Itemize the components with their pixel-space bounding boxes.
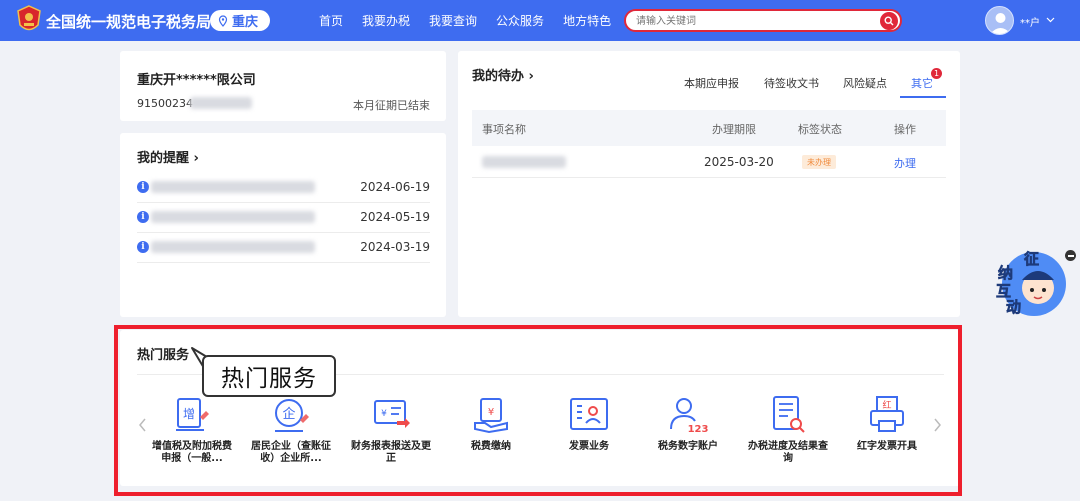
- nav-do-tax[interactable]: 我要办税: [362, 12, 410, 29]
- column-deadline: 办理期限: [712, 123, 756, 136]
- info-icon: i: [137, 181, 149, 193]
- reminder-date: 2024-03-19: [360, 240, 430, 254]
- hot-services-title: 热门服务: [137, 348, 190, 363]
- todo-title[interactable]: 我的待办 ›: [472, 65, 534, 84]
- tab-current-declaration[interactable]: 本期应申报: [684, 75, 739, 91]
- service-label: 税务数字账户: [658, 441, 718, 452]
- company-card: 重庆开******限公司 91500234 本月征期已结束: [120, 51, 446, 121]
- chevron-right-icon[interactable]: [932, 417, 942, 433]
- red-invoice-icon: 红: [870, 396, 904, 432]
- search-icon: [884, 16, 894, 26]
- account-icon: 123: [670, 398, 709, 435]
- svg-text:动: 动: [1006, 298, 1021, 316]
- vat-icon: 增: [176, 398, 209, 431]
- nav-public-service[interactable]: 公众服务: [496, 12, 544, 29]
- column-item-name: 事项名称: [482, 123, 526, 136]
- reminders-card: 我的提醒 › i 2024-06-19 i 2024-05-19 i 2024-…: [120, 133, 446, 317]
- redacted-text: [482, 156, 566, 168]
- chevron-down-icon[interactable]: [1046, 15, 1055, 24]
- chevron-left-icon[interactable]: [138, 417, 148, 433]
- notification-badge: 1: [931, 68, 942, 79]
- user-avatar[interactable]: [985, 6, 1014, 35]
- todo-table-header: 事项名称 办理期限 标签状态 操作: [472, 110, 946, 146]
- callout-label: 热门服务: [202, 355, 336, 397]
- service-financial-report[interactable]: ¥ 财务报表报送及更正: [351, 395, 431, 465]
- hot-services-card: 热门服务: [120, 330, 960, 486]
- service-vat-declaration[interactable]: 增 增值税及附加税费申报（一般...: [152, 395, 232, 465]
- city-label: 重庆: [232, 15, 259, 30]
- svg-text:123: 123: [688, 424, 709, 435]
- tax-id: 91500234: [137, 97, 193, 110]
- service-invoice-business[interactable]: 发票业务: [549, 395, 629, 453]
- column-action: 操作: [894, 123, 916, 136]
- user-name[interactable]: **户: [1020, 14, 1040, 29]
- company-name: 重庆开******限公司: [137, 73, 256, 88]
- tab-other[interactable]: 其它: [911, 75, 933, 91]
- service-label: 办税进度及结果查询: [748, 441, 828, 464]
- invoice-icon: [570, 398, 608, 430]
- search-button[interactable]: [880, 12, 898, 30]
- top-header: 全国统一规范电子税务局 重庆 首页 我要办税 我要查询 公众服务 地方特色 **…: [0, 0, 1080, 41]
- service-progress-query[interactable]: 办税进度及结果查询: [748, 395, 828, 465]
- enterprise-icon: 企: [275, 399, 309, 432]
- nav-local-features[interactable]: 地方特色: [563, 12, 611, 29]
- period-status: 本月征期已结束: [353, 99, 430, 112]
- report-icon: ¥: [374, 400, 410, 428]
- status-badge: 未办理: [802, 155, 836, 169]
- redacted-text: [151, 241, 315, 253]
- column-status: 标签状态: [798, 123, 842, 136]
- svg-text:¥: ¥: [488, 407, 494, 418]
- active-tab-indicator: [900, 96, 946, 98]
- tax-emblem-icon: [17, 5, 41, 31]
- location-pin-icon: [218, 14, 228, 27]
- reminder-item[interactable]: i 2024-05-19: [137, 203, 430, 233]
- svg-text:红: 红: [882, 399, 891, 411]
- svg-text:征: 征: [1024, 250, 1039, 268]
- service-digital-account[interactable]: 123 税务数字账户: [648, 395, 728, 453]
- site-title[interactable]: 全国统一规范电子税务局: [46, 11, 211, 32]
- reminder-item[interactable]: i 2024-03-19: [137, 233, 430, 263]
- tab-risk-doubts[interactable]: 风险疑点: [843, 75, 887, 91]
- service-label: 增值税及附加税费申报（一般...: [152, 441, 232, 464]
- reminder-date: 2024-06-19: [360, 180, 430, 194]
- redacted-text: [151, 181, 315, 193]
- reminder-date: 2024-05-19: [360, 210, 430, 224]
- main-nav: 首页 我要办税 我要查询 公众服务 地方特色: [319, 12, 630, 29]
- service-label: 红字发票开具: [857, 441, 917, 452]
- row-deadline: 2025-03-20: [704, 155, 774, 169]
- reminder-item[interactable]: i 2024-06-19: [137, 173, 430, 203]
- query-icon: [773, 396, 805, 433]
- tax-interaction-widget-icon[interactable]: 征 纳 互 动: [994, 248, 1066, 318]
- todo-tabs: 本期应申报 待签收文书 风险疑点 其它 1: [684, 68, 946, 99]
- city-selector[interactable]: 重庆: [210, 10, 270, 31]
- todo-card: 我的待办 › 本期应申报 待签收文书 风险疑点 其它 1 事项名称 办理期限 标…: [458, 51, 960, 317]
- table-row: 2025-03-20 未办理 办理: [472, 146, 946, 178]
- redacted-tax-id: [190, 97, 252, 109]
- payment-icon: ¥: [474, 398, 508, 434]
- service-label: 发票业务: [569, 441, 609, 452]
- info-icon: i: [137, 211, 149, 223]
- service-label: 税费缴纳: [471, 441, 511, 452]
- info-icon: i: [137, 241, 149, 253]
- search-input[interactable]: [636, 13, 866, 29]
- service-red-invoice[interactable]: 红 红字发票开具: [847, 395, 927, 453]
- service-enterprise-income-tax[interactable]: 企 居民企业（查账征收）企业所...: [251, 395, 331, 465]
- svg-text:企: 企: [282, 406, 295, 422]
- nav-home[interactable]: 首页: [319, 12, 343, 29]
- widget-close-button[interactable]: [1065, 250, 1076, 261]
- svg-text:增: 增: [183, 407, 195, 421]
- redacted-text: [151, 211, 315, 223]
- svg-text:¥: ¥: [381, 409, 387, 419]
- tab-pending-documents[interactable]: 待签收文书: [764, 75, 819, 91]
- reminders-title[interactable]: 我的提醒 ›: [137, 147, 199, 166]
- user-icon: [990, 13, 1011, 34]
- svg-text:纳: 纳: [998, 264, 1013, 282]
- handle-link[interactable]: 办理: [894, 155, 916, 171]
- service-tax-payment[interactable]: ¥ 税费缴纳: [451, 395, 531, 453]
- search-box: [624, 9, 902, 32]
- nav-query[interactable]: 我要查询: [429, 12, 477, 29]
- service-label: 居民企业（查账征收）企业所...: [251, 441, 331, 464]
- service-label: 财务报表报送及更正: [351, 441, 431, 464]
